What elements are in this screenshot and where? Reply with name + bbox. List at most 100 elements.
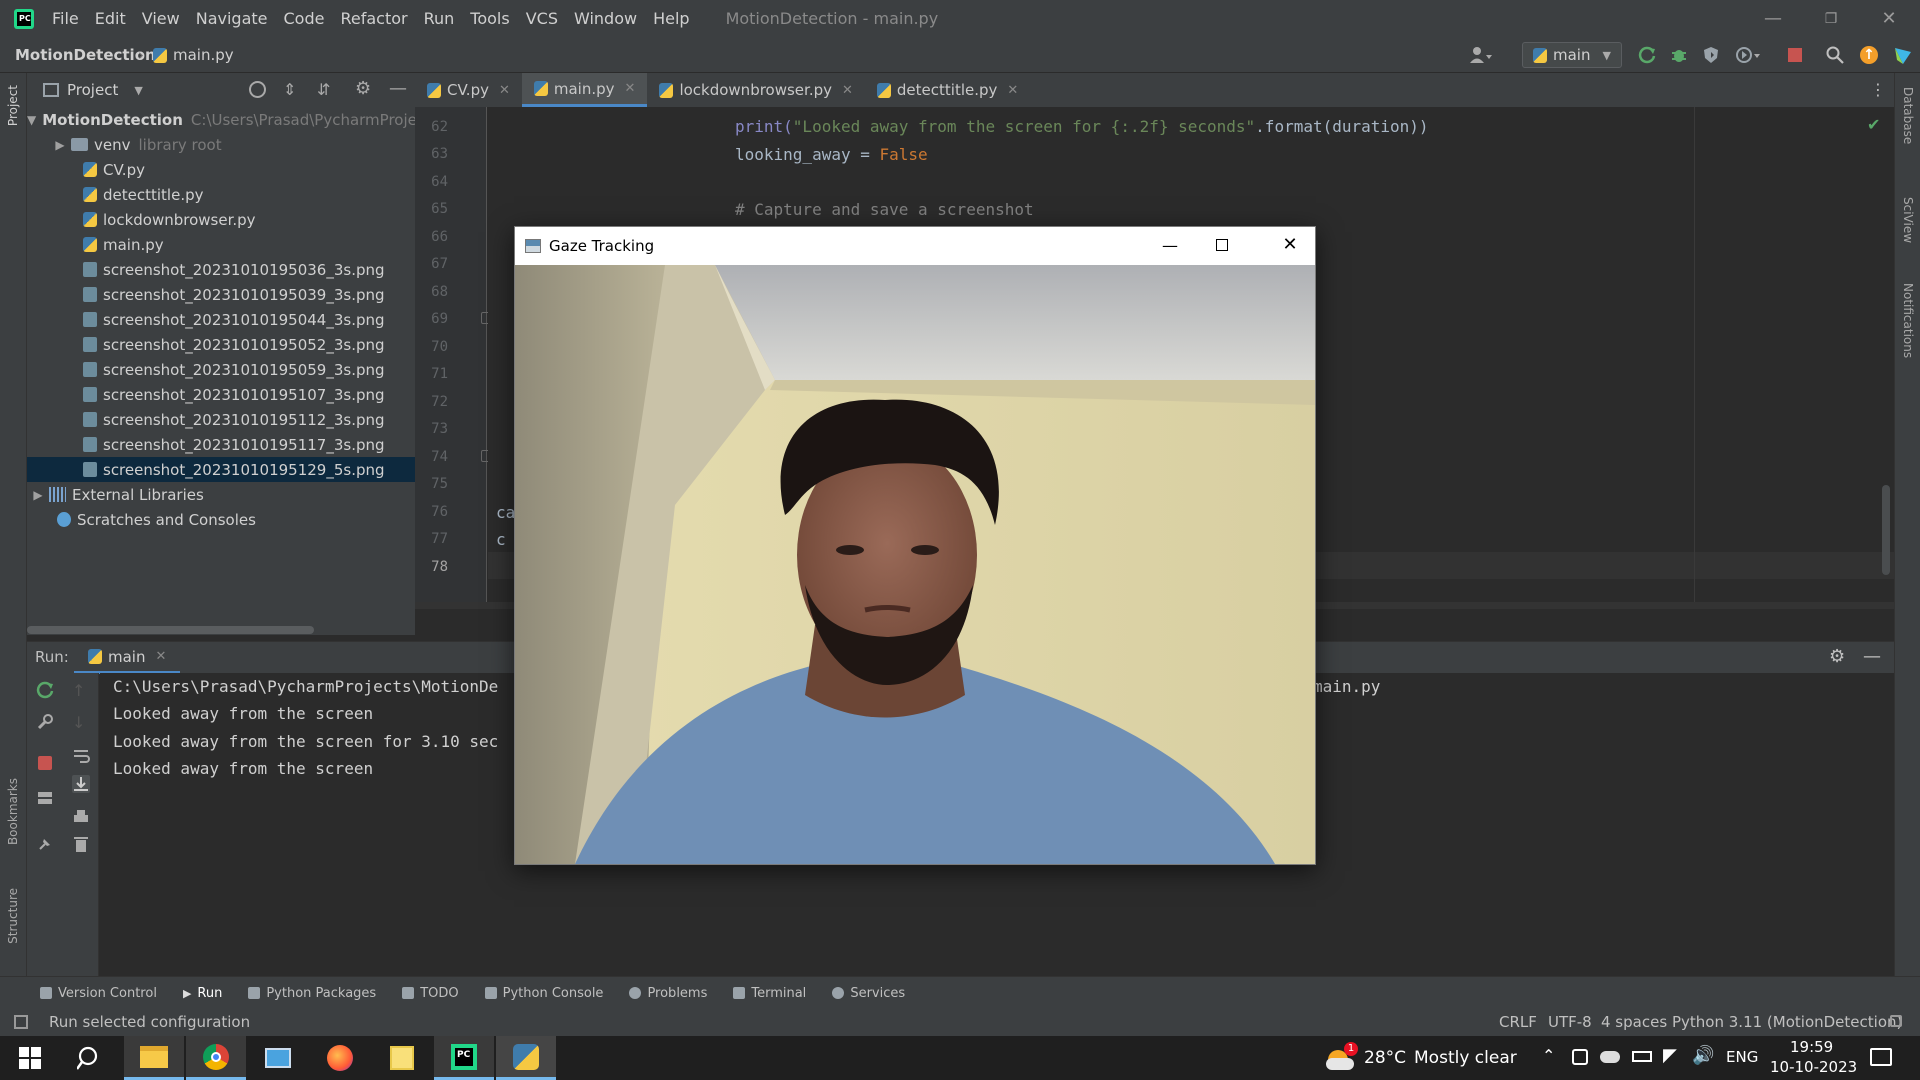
- maximize-button[interactable]: [1216, 239, 1228, 251]
- arrow-down-icon[interactable]: ↓: [72, 713, 90, 732]
- close-tab-icon[interactable]: ✕: [625, 81, 636, 96]
- input-language[interactable]: ENG: [1726, 1048, 1758, 1066]
- tree-item-file[interactable]: screenshot_20231010195107_3s.png: [27, 382, 415, 407]
- tool-run[interactable]: ▶ Run: [183, 986, 222, 1001]
- chrome-icon[interactable]: [186, 1036, 246, 1080]
- file-encoding[interactable]: UTF-8: [1548, 1013, 1592, 1031]
- scroll-to-end-icon[interactable]: [72, 775, 90, 793]
- layout-toggle-icon[interactable]: [14, 1015, 28, 1029]
- chevron-right-icon[interactable]: ▶: [49, 138, 71, 152]
- print-icon[interactable]: [72, 808, 90, 826]
- indent-setting[interactable]: 4 spaces: [1601, 1013, 1667, 1031]
- tree-item-external-libraries[interactable]: ▶ External Libraries: [27, 482, 415, 507]
- rerun-icon[interactable]: [1638, 46, 1656, 64]
- gear-icon[interactable]: ⚙: [1829, 646, 1845, 667]
- debug-icon[interactable]: [1670, 46, 1688, 64]
- onedrive-icon[interactable]: [1600, 1051, 1620, 1063]
- wrench-icon[interactable]: [36, 713, 54, 731]
- database-tool-tab[interactable]: Database: [1901, 87, 1915, 144]
- control-panel-icon[interactable]: [248, 1036, 308, 1080]
- tree-item-file[interactable]: lockdownbrowser.py: [27, 207, 415, 232]
- lock-icon[interactable]: [1890, 1015, 1902, 1027]
- menu-run[interactable]: Run: [416, 0, 463, 37]
- rerun-icon[interactable]: [36, 681, 54, 699]
- clock-time[interactable]: 19:59: [1790, 1038, 1833, 1056]
- close-button[interactable]: ✕: [1860, 0, 1918, 37]
- project-tool-tab[interactable]: Project: [6, 85, 20, 126]
- tree-item-file[interactable]: screenshot_20231010195036_3s.png: [27, 257, 415, 282]
- tool-terminal[interactable]: Terminal: [733, 986, 806, 1001]
- tool-problems[interactable]: Problems: [629, 986, 707, 1001]
- hide-icon[interactable]: —: [1863, 646, 1881, 667]
- search-icon[interactable]: [60, 1036, 120, 1080]
- windows-start-icon[interactable]: [0, 1036, 60, 1080]
- editor-scrollbar[interactable]: [1882, 485, 1890, 575]
- battery-icon[interactable]: [1632, 1051, 1652, 1062]
- expand-all-icon[interactable]: ⇕: [283, 80, 296, 99]
- tree-item-file[interactable]: screenshot_20231010195112_3s.png: [27, 407, 415, 432]
- tree-item-file[interactable]: detecttitle.py: [27, 182, 415, 207]
- clock-date[interactable]: 10-10-2023: [1770, 1058, 1857, 1076]
- breadcrumb-file[interactable]: main.py: [173, 46, 234, 64]
- minimize-button[interactable]: —: [1155, 236, 1185, 255]
- tree-item-venv[interactable]: ▶ venv library root: [27, 132, 415, 157]
- search-icon[interactable]: [1826, 46, 1844, 64]
- menu-edit[interactable]: Edit: [87, 0, 134, 37]
- project-view-label[interactable]: Project: [67, 81, 118, 99]
- chevron-up-icon[interactable]: ⌃: [1542, 1046, 1555, 1065]
- tree-item-file[interactable]: screenshot_20231010195117_3s.png: [27, 432, 415, 457]
- collapse-all-icon[interactable]: ⇵: [317, 80, 330, 99]
- tree-item-file[interactable]: screenshot_20231010195052_3s.png: [27, 332, 415, 357]
- run-config-selector[interactable]: main ▼: [1522, 42, 1622, 68]
- sciview-tool-tab[interactable]: SciView: [1901, 197, 1915, 243]
- horizontal-scrollbar[interactable]: [27, 626, 314, 634]
- tab-lockdownbrowser-py[interactable]: lockdownbrowser.py ✕: [647, 73, 864, 107]
- gear-icon[interactable]: ⚙: [355, 78, 371, 99]
- tool-python-packages[interactable]: Python Packages: [248, 986, 376, 1001]
- tool-python-console[interactable]: Python Console: [484, 986, 603, 1001]
- tree-item-file[interactable]: screenshot_20231010195039_3s.png: [27, 282, 415, 307]
- menu-tools[interactable]: Tools: [462, 0, 517, 37]
- menu-vcs[interactable]: VCS: [518, 0, 566, 37]
- close-tab-icon[interactable]: ✕: [842, 83, 853, 98]
- restore-button[interactable]: ❐: [1802, 0, 1860, 37]
- menu-window[interactable]: Window: [566, 0, 645, 37]
- tool-todo[interactable]: TODO: [402, 986, 459, 1001]
- meet-now-icon[interactable]: [1572, 1049, 1588, 1065]
- pycharm-taskbar-icon[interactable]: PC: [434, 1036, 494, 1080]
- soft-wrap-icon[interactable]: [72, 747, 90, 765]
- wifi-icon[interactable]: ◤: [1663, 1045, 1677, 1066]
- tree-root-folder[interactable]: ▼ MotionDetection C:\Users\Prasad\Pychar…: [27, 107, 425, 132]
- locate-icon[interactable]: [249, 81, 266, 98]
- tool-services[interactable]: Services: [832, 986, 905, 1001]
- close-tab-icon[interactable]: ✕: [155, 649, 166, 664]
- minimize-button[interactable]: —: [1744, 0, 1802, 37]
- tab-main-py[interactable]: main.py ✕: [521, 73, 648, 107]
- pin-icon[interactable]: [36, 835, 54, 853]
- stop-icon[interactable]: [38, 756, 52, 770]
- bookmarks-tool-tab[interactable]: Bookmarks: [6, 778, 20, 845]
- tab-detecttitle-py[interactable]: detecttitle.py ✕: [865, 73, 1030, 107]
- tree-item-file[interactable]: main.py: [27, 232, 415, 257]
- file-explorer-icon[interactable]: [124, 1036, 184, 1080]
- gaze-window-titlebar[interactable]: Gaze Tracking — ✕: [515, 227, 1315, 265]
- coverage-icon[interactable]: [1702, 46, 1720, 64]
- volume-icon[interactable]: 🔊: [1692, 1045, 1714, 1066]
- tree-item-file-selected[interactable]: screenshot_20231010195129_5s.png: [27, 457, 415, 482]
- chevron-down-icon[interactable]: ▼: [134, 84, 142, 97]
- tree-item-file[interactable]: CV.py: [27, 157, 415, 182]
- tree-item-scratches[interactable]: Scratches and Consoles: [27, 507, 415, 532]
- menu-navigate[interactable]: Navigate: [188, 0, 276, 37]
- sticky-notes-icon[interactable]: [372, 1036, 432, 1080]
- tree-item-file[interactable]: screenshot_20231010195044_3s.png: [27, 307, 415, 332]
- notifications-tool-tab[interactable]: Notifications: [1901, 283, 1915, 358]
- hide-icon[interactable]: —: [389, 78, 407, 99]
- tool-version-control[interactable]: Version Control: [40, 986, 157, 1001]
- close-tab-icon[interactable]: ✕: [1007, 83, 1018, 98]
- line-separator[interactable]: CRLF: [1499, 1013, 1537, 1031]
- stop-icon[interactable]: [1786, 46, 1804, 64]
- jetbrains-toolbox-icon[interactable]: [1893, 46, 1911, 64]
- menu-file[interactable]: File: [44, 0, 87, 37]
- tab-cv-py[interactable]: CV.py ✕: [415, 73, 522, 107]
- layout-icon[interactable]: [36, 789, 54, 807]
